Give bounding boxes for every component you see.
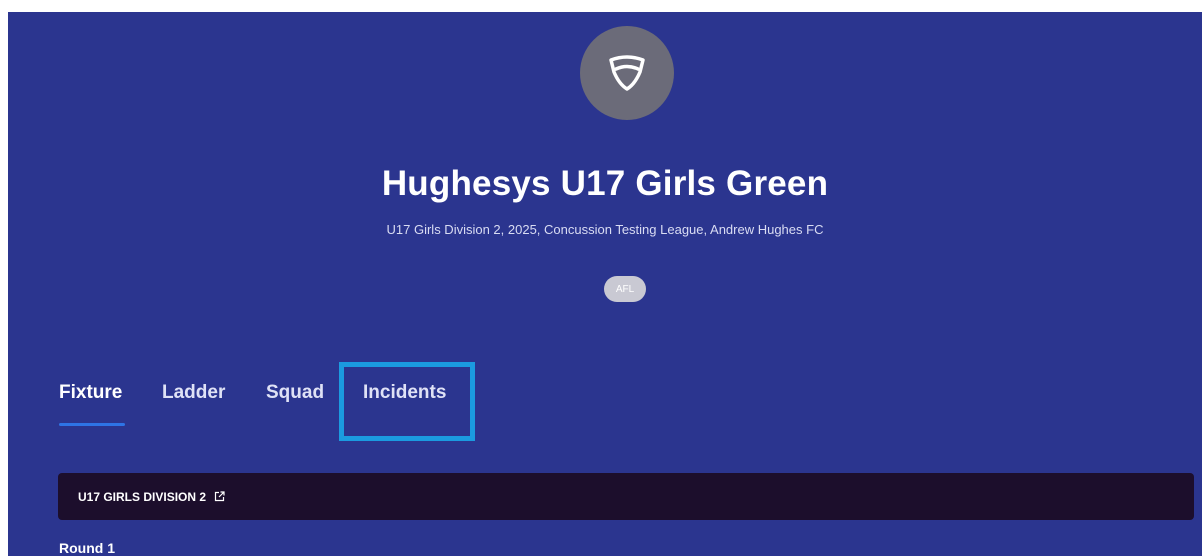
team-tabs: Fixture Ladder Squad Incidents <box>8 382 608 432</box>
team-logo <box>580 26 674 120</box>
incidents-highlight-box <box>339 362 475 441</box>
team-subtitle: U17 Girls Division 2, 2025, Concussion T… <box>386 222 824 237</box>
tab-fixture[interactable]: Fixture <box>59 382 122 404</box>
page-title: Hughesys U17 Girls Green <box>381 164 829 203</box>
active-tab-indicator <box>59 423 125 426</box>
tab-ladder[interactable]: Ladder <box>162 382 225 404</box>
external-link-icon[interactable] <box>214 491 225 502</box>
sport-badge: AFL <box>604 276 646 302</box>
tab-squad[interactable]: Squad <box>266 382 324 404</box>
shield-logo-icon <box>609 55 645 91</box>
division-header[interactable]: U17 GIRLS DIVISION 2 <box>58 473 1194 520</box>
division-label[interactable]: U17 GIRLS DIVISION 2 <box>78 490 206 504</box>
round-label: Round 1 <box>59 540 115 556</box>
team-page: Hughesys U17 Girls Green U17 Girls Divis… <box>8 12 1202 556</box>
